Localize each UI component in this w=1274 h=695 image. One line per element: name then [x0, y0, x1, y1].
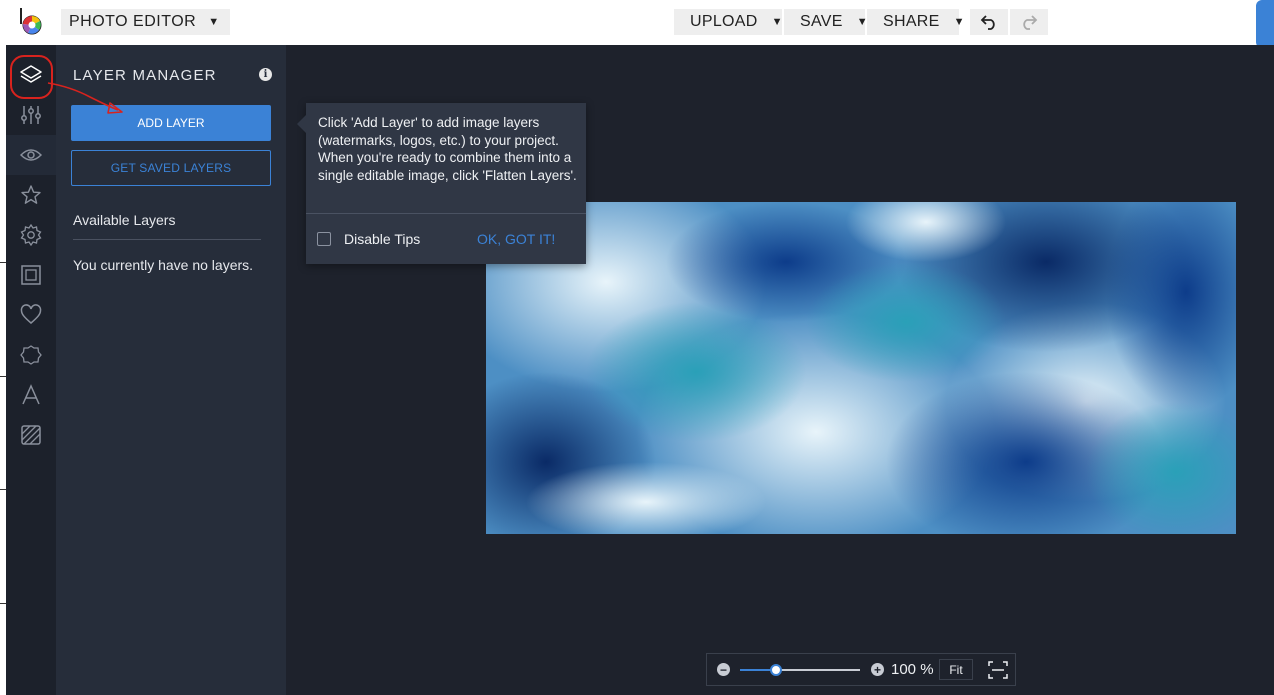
ocean-photo[interactable]	[486, 202, 1236, 534]
save-button[interactable]: SAVE ▼	[784, 9, 868, 35]
zoom-in-icon[interactable]: +	[871, 663, 884, 676]
eye-icon	[20, 149, 42, 161]
tool-rail	[6, 45, 56, 695]
rail-item-effects[interactable]	[6, 215, 56, 255]
chevron-down-icon: ▼	[208, 16, 220, 28]
upload-label: UPLOAD	[690, 13, 758, 30]
badge-icon	[20, 224, 42, 246]
feedback-tab[interactable]	[1256, 0, 1274, 48]
fit-button[interactable]: Fit	[939, 659, 973, 680]
sticker-icon	[20, 345, 42, 365]
undo-button[interactable]	[970, 9, 1008, 35]
zoom-level-value: 100 %	[891, 661, 934, 678]
history-controls	[970, 9, 1048, 35]
texture-icon	[21, 425, 41, 445]
redo-icon	[1023, 15, 1038, 30]
rail-item-stickers[interactable]	[6, 335, 56, 375]
rail-item-touchup[interactable]	[6, 295, 56, 335]
share-button[interactable]: SHARE ▼	[867, 9, 965, 35]
rail-item-favorites[interactable]	[6, 175, 56, 215]
fullscreen-button[interactable]	[985, 658, 1011, 682]
app-logo-icon[interactable]	[20, 8, 44, 36]
rail-item-frames[interactable]	[6, 255, 56, 295]
chevron-down-icon: ▼	[771, 16, 783, 28]
upload-button[interactable]: UPLOAD ▼	[674, 9, 782, 35]
tips-tooltip: Click 'Add Layer' to add image layers (w…	[297, 103, 586, 264]
divider	[306, 213, 586, 214]
zoom-out-icon[interactable]: −	[717, 663, 730, 676]
file-actions: UPLOAD ▼ SAVE ▼ SHARE ▼	[674, 9, 965, 35]
frame-icon	[21, 265, 41, 285]
divider	[73, 239, 261, 240]
adjustments-icon	[21, 106, 41, 124]
save-label: SAVE	[800, 13, 843, 30]
app-switcher-label: PHOTO EDITOR	[69, 13, 197, 30]
rail-item-view[interactable]	[6, 135, 56, 175]
chevron-down-icon: ▼	[953, 16, 965, 28]
text-icon	[22, 384, 40, 405]
app-switcher-dropdown[interactable]: PHOTO EDITOR ▼	[61, 9, 230, 35]
zoom-slider-handle[interactable]	[770, 664, 782, 676]
disable-tips-checkbox[interactable]	[317, 232, 331, 246]
heart-icon	[20, 304, 42, 324]
rail-item-text[interactable]	[6, 375, 56, 415]
disable-tips-label[interactable]: Disable Tips	[344, 231, 420, 247]
layer-manager-panel: LAYER MANAGER i ADD LAYER GET SAVED LAYE…	[56, 45, 286, 695]
undo-icon	[980, 15, 995, 30]
zoom-controls: − + 100 % Fit	[706, 653, 1016, 686]
share-label: SHARE	[883, 13, 940, 30]
zoom-slider[interactable]	[740, 664, 860, 676]
empty-layers-message: You currently have no layers.	[73, 257, 254, 273]
star-icon	[21, 185, 41, 204]
redo-button[interactable]	[1010, 9, 1048, 35]
annotation-arrow	[47, 82, 123, 114]
get-saved-layers-button[interactable]: GET SAVED LAYERS	[71, 150, 271, 186]
rail-item-textures[interactable]	[6, 415, 56, 455]
available-layers-heading: Available Layers	[73, 212, 176, 228]
tooltip-text: Click 'Add Layer' to add image layers (w…	[318, 115, 577, 184]
tooltip-arrow	[297, 115, 306, 133]
info-icon[interactable]: i	[259, 68, 272, 81]
top-bar: PHOTO EDITOR ▼ UPLOAD ▼ SAVE ▼ SHARE ▼	[0, 0, 1274, 48]
ok-got-it-button[interactable]: OK, GOT IT!	[477, 231, 555, 247]
fullscreen-icon	[988, 661, 1008, 679]
